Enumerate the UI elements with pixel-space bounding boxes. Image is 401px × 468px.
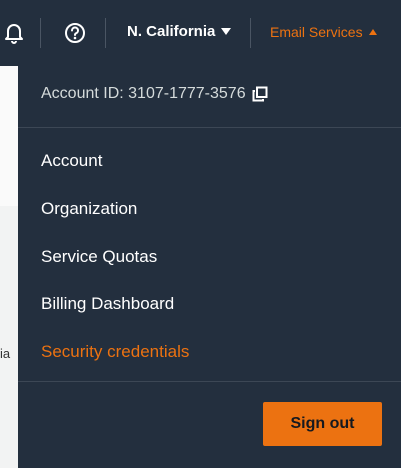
background-page: [0, 66, 18, 468]
region-selector[interactable]: N. California: [127, 23, 232, 40]
nav-separator: [250, 18, 251, 48]
account-dropdown: Account ID: 3107-1777-3576 Account Organ…: [18, 66, 401, 468]
account-id: Account ID: 3107-1777-3576: [41, 85, 268, 103]
dropdown-divider: [18, 127, 401, 128]
menu-item-billing-dashboard[interactable]: Billing Dashboard: [41, 294, 174, 314]
dropdown-divider: [18, 381, 401, 382]
account-menu-label: Email Services: [270, 24, 363, 40]
top-navigation-bar: N. California Email Services: [0, 0, 401, 66]
menu-item-security-credentials[interactable]: Security credentials: [41, 342, 189, 362]
nav-separator: [105, 18, 106, 48]
bell-icon[interactable]: [4, 22, 24, 44]
menu-item-organization[interactable]: Organization: [41, 199, 137, 219]
nav-separator: [40, 18, 41, 48]
menu-item-service-quotas[interactable]: Service Quotas: [41, 247, 157, 267]
caret-down-icon: [221, 28, 232, 35]
help-icon[interactable]: [64, 22, 86, 44]
page-text-fragment: ia: [0, 346, 11, 361]
account-id-label: Account ID: 3107-1777-3576: [41, 85, 246, 102]
sign-out-button[interactable]: Sign out: [263, 402, 382, 446]
account-menu-toggle[interactable]: Email Services: [270, 24, 377, 40]
region-label: N. California: [127, 23, 216, 40]
menu-item-account[interactable]: Account: [41, 151, 102, 171]
copy-icon[interactable]: [252, 86, 268, 102]
caret-up-icon: [368, 29, 377, 35]
